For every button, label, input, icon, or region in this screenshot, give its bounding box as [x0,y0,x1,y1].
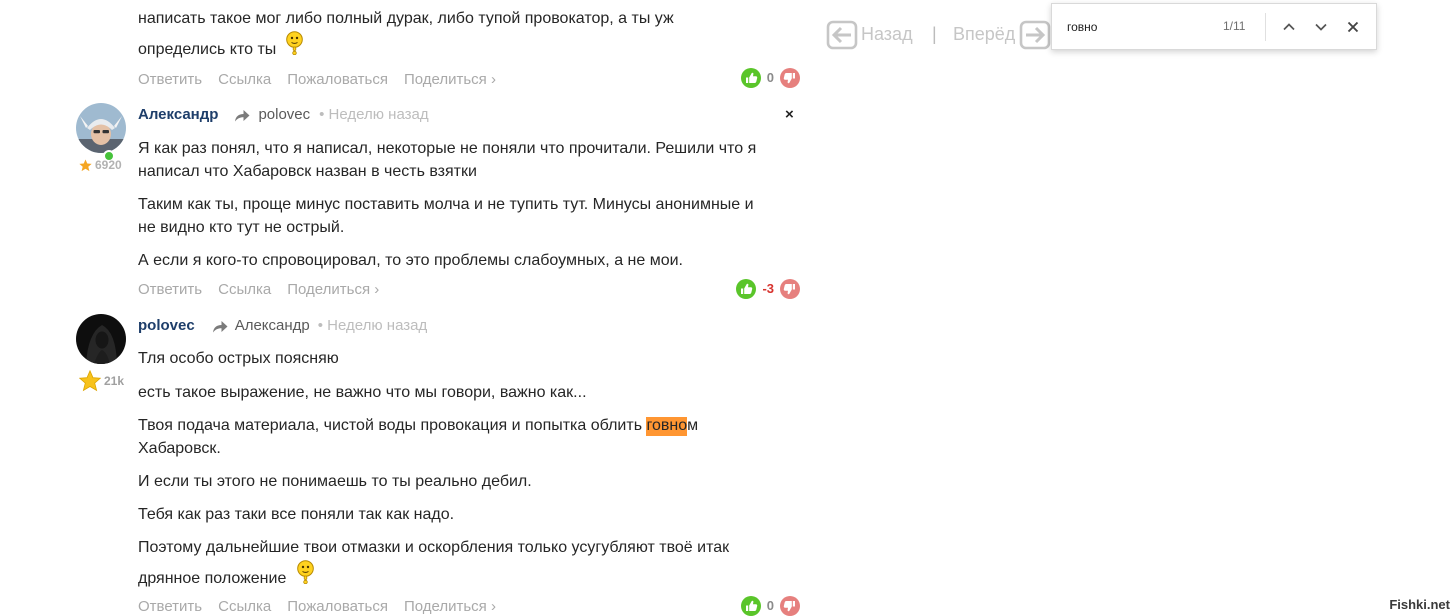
permalink-link[interactable]: Ссылка [218,598,271,616]
avatar[interactable] [76,103,126,153]
user-rating: 21k [79,370,124,392]
comment-text-line: И если ты этого не понимаешь то ты реаль… [138,473,532,490]
find-bar: 1/11 [1051,3,1377,50]
thumbs-up-icon[interactable] [736,279,757,299]
comment-text-line: Хабаровск. [138,440,221,457]
vote-score: -3 [762,281,774,296]
comment-text-line: Твоя подача материала, чистой воды прово… [138,414,698,437]
reply-arrow-icon [212,320,228,332]
reply-to-name[interactable]: Александр [235,316,310,336]
nav-back-link[interactable]: Назад [861,23,913,45]
comment-header: Александр polovec • Неделю назад [138,105,429,125]
share-link[interactable]: Поделиться › [404,598,496,616]
text-before-match: Твоя подача материала, чистой воды прово… [138,417,647,434]
vote-widget: 0 [740,68,800,88]
author-name[interactable]: Александр [138,105,218,125]
find-match-count: 1/11 [1223,19,1246,33]
find-input[interactable] [1067,16,1207,38]
nav-separator: | [932,24,937,44]
user-rating: 6920 [79,158,122,172]
question-smiley-icon [286,31,303,55]
vote-widget: -3 [736,279,800,299]
comment-text-line: есть такое выражение, не важно что мы го… [138,384,587,401]
vote-widget: 0 [740,596,800,616]
chevron-up-icon[interactable] [1277,15,1301,39]
reply-link[interactable]: Ответить [138,70,202,90]
find-match-highlight: говно [646,417,688,436]
author-name[interactable]: polovec [138,316,195,336]
comment-text-line: дрянное положение [138,570,287,587]
vote-score: 0 [766,598,774,613]
report-link[interactable]: Пожаловаться [287,70,388,90]
comment-actions: Ответить Ссылка Поделиться › [138,280,379,300]
comment-text-line: определись кто ты [138,41,277,58]
report-link[interactable]: Пожаловаться [287,598,388,616]
comment-time: • Неделю назад [319,106,429,123]
share-link[interactable]: Поделиться › [287,280,379,300]
star-icon [79,158,92,171]
chevron-down-icon[interactable] [1309,15,1333,39]
text-after-match: м [687,417,699,434]
question-smiley-icon [297,560,314,584]
thumbs-down-icon[interactable] [780,68,800,88]
comment-text-line: Тля особо острых поясняю [138,350,339,367]
nav-shadow [848,50,1104,58]
thumbs-down-icon[interactable] [780,279,800,299]
reply-to-name[interactable]: polovec [258,105,310,125]
comment-header: polovec Александр • Неделю назад [138,316,427,336]
thumbs-up-icon[interactable] [740,68,761,88]
comment-actions: Ответить Ссылка Пожаловаться Поделиться … [138,70,496,90]
thumbs-down-icon[interactable] [780,596,800,616]
site-watermark: Fishki.net [1389,597,1450,612]
vote-score: 0 [766,70,774,85]
comment-time: • Неделю назад [317,317,428,334]
comment-text-line: написал что Хабаровск назван в честь взя… [138,163,477,180]
comment-text-line: А если я кого-то спровоцировал, то это п… [138,252,683,269]
thumbs-up-icon[interactable] [740,596,761,616]
comment-text-line: Поэтому дальнейшие твои отмазки и оскорб… [138,539,730,556]
arrow-left-box-icon[interactable] [826,20,858,50]
find-separator [1265,13,1266,41]
comment-text-line: Таким как ты, проще минус поставить молч… [138,196,754,213]
rating-value: 21k [104,374,125,388]
permalink-link[interactable]: Ссылка [218,280,271,300]
comment-text-line: Тебя как раз таки все поняли так как над… [138,506,455,523]
arrow-right-box-icon[interactable] [1019,20,1051,50]
permalink-link[interactable]: Ссылка [218,70,271,90]
nav-forward-link[interactable]: Вперёд [953,23,1015,45]
avatar[interactable] [76,314,126,364]
reply-link[interactable]: Ответить [138,280,202,300]
comment-text-line: Я как раз понял, что я написал, некоторы… [138,140,757,157]
comment-actions: Ответить Ссылка Пожаловаться Поделиться … [138,598,496,616]
comment-text-line: не видно кто тут не острый. [138,219,345,236]
share-link[interactable]: Поделиться › [404,70,496,90]
reply-arrow-icon [235,109,250,121]
star-icon [79,370,101,392]
close-comment-button[interactable]: × [785,105,794,125]
comment-text-line: написать такое мог либо полный дурак, ли… [138,10,674,27]
reply-link[interactable]: Ответить [138,598,202,616]
rating-value: 6920 [95,158,122,172]
close-icon[interactable] [1341,15,1365,39]
